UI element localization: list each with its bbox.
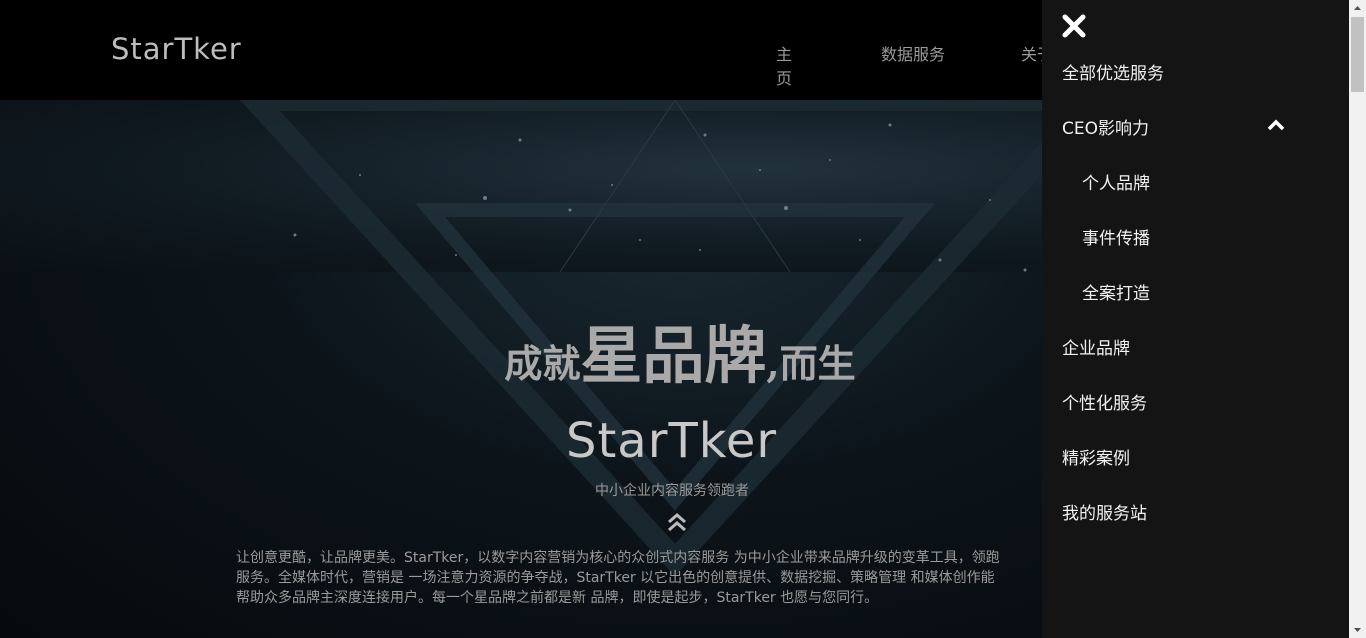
site-logo[interactable]: StarTker bbox=[111, 32, 242, 66]
menu-item-case-studies[interactable]: 精彩案例 bbox=[1062, 444, 1130, 469]
description-line: 服务。全媒体时代，营销是 一场注意力资源的争夺战，StarTker 以它出色的创… bbox=[236, 570, 995, 586]
nav-item-home[interactable]: 主页 bbox=[776, 41, 792, 89]
description-line: 让创意更酷，让品牌更美。StarTker，以数字内容营销为核心的众创式内容服务 … bbox=[236, 550, 1000, 566]
hero-tagline: 成就星品牌,而生 bbox=[440, 305, 920, 395]
menu-item-ceo-influence[interactable]: CEO影响力 bbox=[1062, 114, 1149, 139]
menu-item-custom-services[interactable]: 个性化服务 bbox=[1062, 389, 1147, 414]
hero-subtitle: 中小企业内容服务领跑者 bbox=[595, 483, 749, 499]
menu-item-enterprise-brand[interactable]: 企业品牌 bbox=[1062, 334, 1130, 359]
submenu-item-event-spread[interactable]: 事件传播 bbox=[1082, 224, 1150, 249]
close-icon[interactable] bbox=[1062, 14, 1086, 38]
side-menu-drawer: 全部优选服务 CEO影响力 个人品牌 事件传播 全案打造 企业品牌 个性化服务 … bbox=[1042, 0, 1349, 638]
nav-item-data-services[interactable]: 数据服务 bbox=[881, 41, 945, 65]
hero-description: 让创意更酷，让品牌更美。StarTker，以数字内容营销为核心的众创式内容服务 … bbox=[236, 548, 1056, 608]
submenu-item-personal-brand[interactable]: 个人品牌 bbox=[1082, 169, 1150, 194]
tagline-part-1: 成就 bbox=[504, 341, 581, 386]
description-line: 帮助众多品牌主深度连接用户。每一个星品牌之前都是新 品牌，即使是起步，StarT… bbox=[236, 590, 879, 606]
double-chevron-up-icon[interactable] bbox=[666, 511, 688, 533]
hero-brand-logo: StarTker bbox=[566, 413, 778, 469]
chevron-up-icon[interactable] bbox=[1266, 117, 1286, 133]
tagline-part-2: ,而生 bbox=[766, 341, 856, 386]
scrollbar-thumb[interactable] bbox=[1351, 17, 1364, 92]
submenu-item-full-case[interactable]: 全案打造 bbox=[1082, 279, 1150, 304]
vertical-scrollbar[interactable] bbox=[1349, 0, 1366, 638]
tagline-emphasis: 星品牌 bbox=[580, 319, 767, 392]
scroll-down-arrow-icon[interactable] bbox=[1349, 621, 1366, 638]
menu-item-my-service-station[interactable]: 我的服务站 bbox=[1062, 499, 1147, 524]
menu-item-all-services[interactable]: 全部优选服务 bbox=[1062, 59, 1164, 84]
scroll-up-arrow-icon[interactable] bbox=[1349, 0, 1366, 17]
